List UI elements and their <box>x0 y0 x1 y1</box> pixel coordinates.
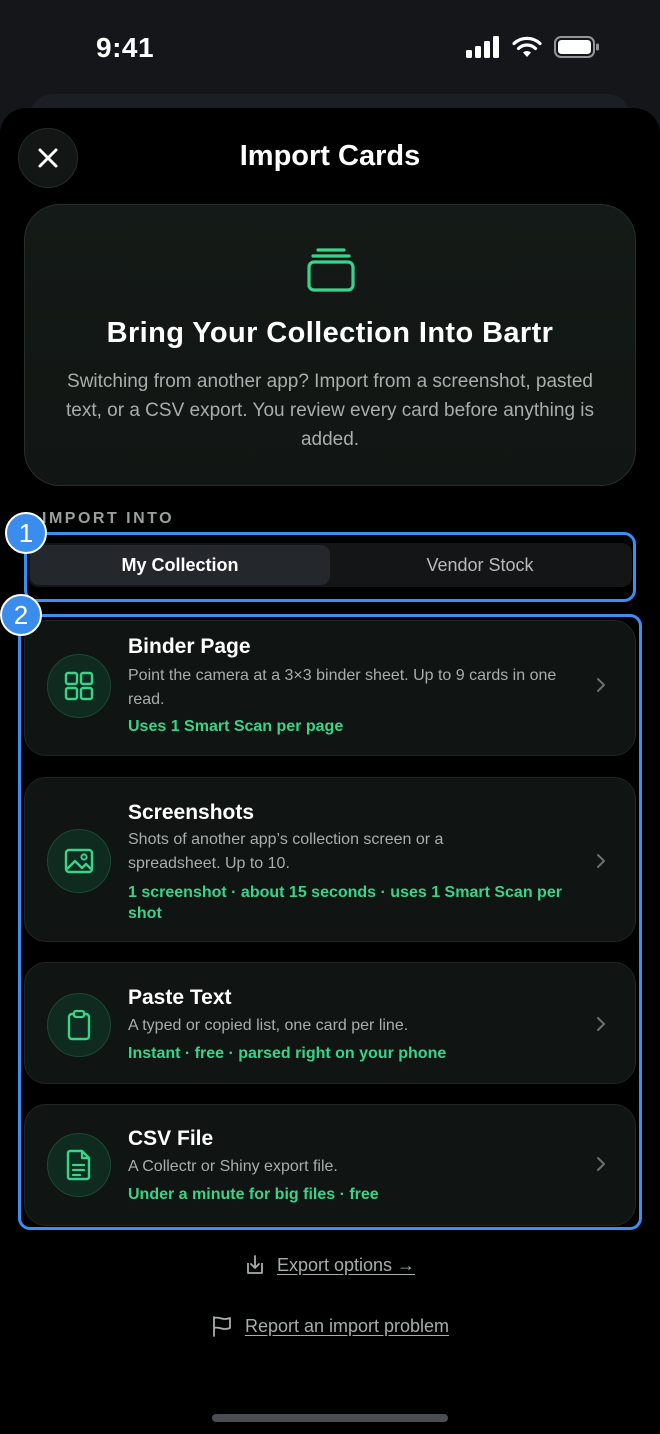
home-indicator <box>212 1414 448 1422</box>
screen: 9:41 Import Cards Bring Your Collection … <box>0 0 660 1434</box>
status-icons <box>466 36 600 58</box>
page-title: Import Cards <box>239 140 421 172</box>
annotation-badge-2: 2 <box>0 594 42 636</box>
download-icon <box>247 1255 263 1274</box>
export-options-text: Export options → <box>276 1254 416 1275</box>
import-into-label: IMPORT INTO <box>42 510 175 527</box>
hero-card: Bring Your Collection Into Bartr Switchi… <box>24 204 636 486</box>
export-options-link[interactable]: Export options → <box>0 1254 660 1276</box>
status-time: 9:41 <box>96 32 155 63</box>
flag-icon <box>213 1316 231 1337</box>
battery-icon <box>554 36 599 58</box>
stacked-cards-icon <box>307 248 355 292</box>
report-problem-link[interactable]: Report an import problem <box>0 1315 660 1337</box>
report-problem-text: Report an import problem <box>244 1315 450 1336</box>
signal-icon <box>466 36 499 58</box>
annotation-box-1 <box>24 532 636 602</box>
status-bar: 9:41 <box>0 0 660 100</box>
hero-description: Switching from another app? Import from … <box>65 371 595 450</box>
wifi-icon <box>512 36 542 57</box>
hero-title: Bring Your Collection Into Bartr <box>106 317 554 349</box>
annotation-box-2 <box>18 614 642 1230</box>
annotation-badge-1: 1 <box>5 512 47 554</box>
